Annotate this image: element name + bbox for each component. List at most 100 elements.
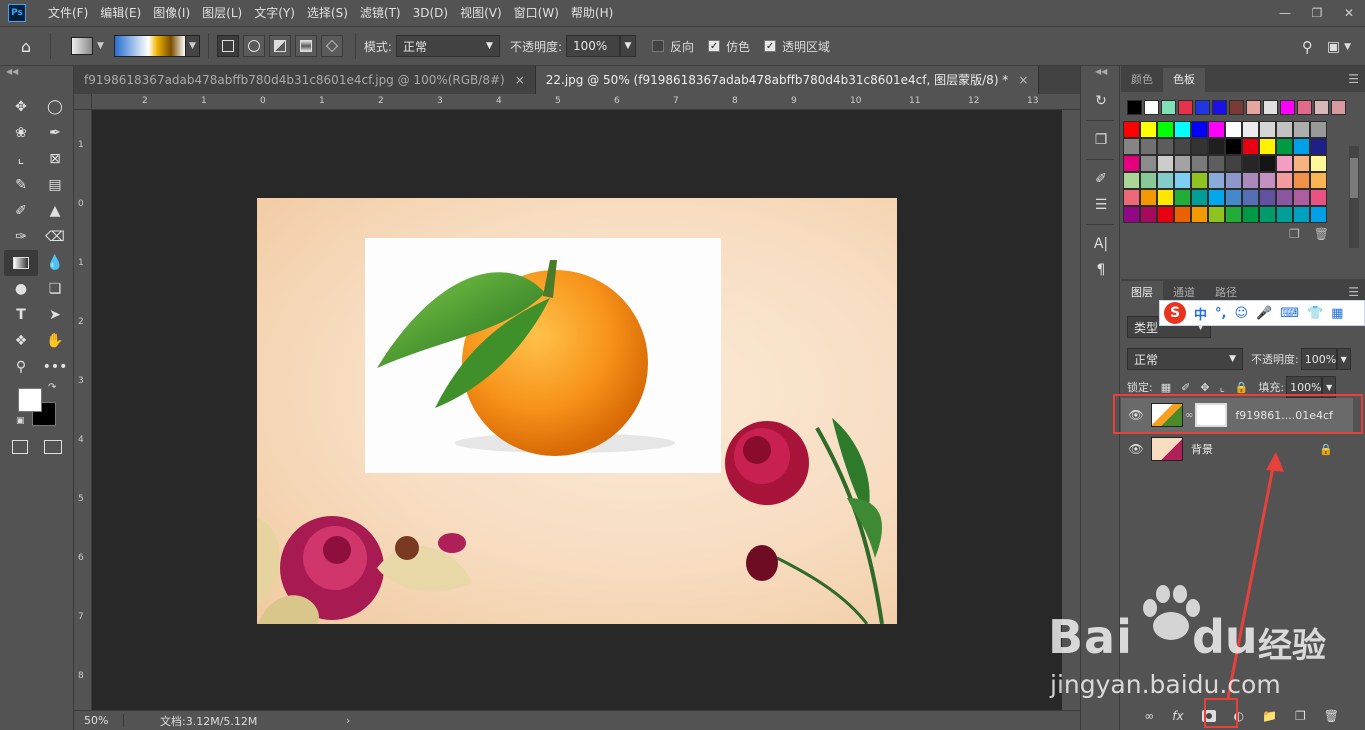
menu-edit[interactable]: 编辑(E) (94, 0, 147, 26)
linear-gradient-button[interactable] (216, 35, 239, 57)
color-swatch[interactable] (1276, 121, 1293, 138)
lasso-tool-icon[interactable]: ❀ (4, 120, 38, 146)
color-swatch[interactable] (1144, 100, 1159, 115)
zoom-level[interactable]: 50% (74, 714, 124, 727)
radial-gradient-button[interactable] (242, 35, 265, 57)
dodge-tool-icon[interactable]: ● (4, 276, 38, 302)
eraser-tool-icon[interactable]: ⌫ (38, 224, 72, 250)
color-swatch[interactable] (1293, 206, 1310, 223)
character-panel-icon[interactable]: A| (1081, 231, 1121, 257)
color-swatch[interactable] (1225, 206, 1242, 223)
history-brush-tool-icon[interactable]: ✑ (4, 224, 38, 250)
marquee-tool-icon[interactable]: ◯ (38, 94, 72, 120)
color-swatch[interactable] (1140, 155, 1157, 172)
gradient-picker-chevron-icon[interactable]: ▼ (185, 35, 200, 57)
tab-swatches[interactable]: 色板 (1163, 68, 1205, 92)
color-swatch[interactable] (1161, 100, 1176, 115)
skin-icon[interactable]: 👕 (1307, 306, 1323, 321)
color-swatch[interactable] (1191, 206, 1208, 223)
color-swatch[interactable] (1259, 138, 1276, 155)
minimize-icon[interactable]: — (1269, 0, 1301, 26)
close-icon[interactable]: ✕ (1333, 0, 1365, 26)
ruler-corner[interactable] (74, 94, 92, 110)
color-swatch[interactable] (1242, 138, 1259, 155)
panel-menu-icon[interactable]: ☰ (1348, 72, 1359, 86)
menu-view[interactable]: 视图(V) (454, 0, 508, 26)
color-swatch[interactable] (1276, 189, 1293, 206)
color-swatch[interactable] (1191, 121, 1208, 138)
color-swatch[interactable] (1157, 155, 1174, 172)
color-swatch[interactable] (1310, 206, 1327, 223)
color-swatch[interactable] (1225, 172, 1242, 189)
color-swatch[interactable] (1208, 172, 1225, 189)
color-swatch[interactable] (1140, 138, 1157, 155)
paragraph-panel-icon[interactable]: ¶ (1081, 257, 1121, 283)
layer-style-fx-icon[interactable]: fx (1172, 709, 1183, 723)
close-tab-icon[interactable]: × (515, 73, 525, 87)
chevron-down-icon[interactable]: ▼ (1344, 42, 1351, 52)
color-swatch[interactable] (1208, 138, 1225, 155)
color-swatch[interactable] (1276, 155, 1293, 172)
menu-select[interactable]: 选择(S) (301, 0, 354, 26)
color-swatch[interactable] (1157, 121, 1174, 138)
color-swatch[interactable] (1229, 100, 1244, 115)
menu-3d[interactable]: 3D(D) (407, 0, 454, 26)
menu-help[interactable]: 帮助(H) (565, 0, 619, 26)
color-swatch[interactable] (1123, 138, 1140, 155)
menu-image[interactable]: 图像(I) (147, 0, 196, 26)
color-swatch[interactable] (1123, 172, 1140, 189)
menu-layer[interactable]: 图层(L) (196, 0, 248, 26)
frame-tool-icon[interactable]: ⊠ (38, 146, 72, 172)
color-swatch[interactable] (1174, 121, 1191, 138)
lock-transparent-icon[interactable]: ▦ (1161, 381, 1171, 394)
swap-colors-icon[interactable]: ↷ (48, 382, 56, 393)
color-swatch[interactable] (1276, 206, 1293, 223)
color-swatch[interactable] (1157, 172, 1174, 189)
color-swatch[interactable] (1259, 189, 1276, 206)
quick-mask-icon[interactable] (12, 440, 28, 454)
mode-select[interactable]: 正常 ▼ (395, 35, 500, 57)
brush-settings-icon[interactable]: ✐ (1081, 166, 1121, 192)
lock-position-icon[interactable]: ✥ (1200, 381, 1209, 394)
color-swatch[interactable] (1331, 100, 1346, 115)
color-swatch[interactable] (1225, 121, 1242, 138)
color-swatch[interactable] (1293, 121, 1310, 138)
color-swatch[interactable] (1297, 100, 1312, 115)
color-swatch[interactable] (1259, 121, 1276, 138)
default-colors-icon[interactable]: ▣ (16, 416, 25, 426)
crop-tool-icon[interactable]: ⌞ (4, 146, 38, 172)
pen-tool-icon[interactable]: ❏ (38, 276, 72, 302)
gradient-preview[interactable] (113, 35, 186, 57)
zoom-tool-icon[interactable]: ⚲ (4, 354, 38, 380)
color-swatch[interactable] (1127, 100, 1142, 115)
chevron-right-icon[interactable]: › (346, 714, 350, 727)
more-tools-icon[interactable]: ••• (38, 354, 72, 380)
history-panel-icon[interactable]: ↻ (1081, 88, 1121, 114)
3d-panel-icon[interactable]: ❐ (1081, 127, 1121, 153)
color-swatch[interactable] (1242, 189, 1259, 206)
close-tab-icon[interactable]: × (1018, 73, 1028, 87)
color-swatch[interactable] (1208, 121, 1225, 138)
color-swatch[interactable] (1246, 100, 1261, 115)
color-swatch[interactable] (1293, 172, 1310, 189)
eyedropper-tool-icon[interactable]: ✎ (4, 172, 38, 198)
color-swatch[interactable] (1208, 155, 1225, 172)
sogou-logo-icon[interactable]: S (1164, 302, 1186, 324)
color-swatch[interactable] (1140, 206, 1157, 223)
color-swatch[interactable] (1123, 155, 1140, 172)
color-swatch[interactable] (1208, 206, 1225, 223)
color-swatch[interactable] (1293, 138, 1310, 155)
color-swatch[interactable] (1259, 172, 1276, 189)
restore-icon[interactable]: ❐ (1301, 0, 1333, 26)
vertical-ruler[interactable]: 1 0 1 2 3 4 5 6 7 8 (74, 110, 92, 710)
color-swatch[interactable] (1310, 121, 1327, 138)
new-swatch-icon[interactable]: ❐ (1289, 227, 1300, 241)
color-swatch[interactable] (1276, 138, 1293, 155)
color-swatch[interactable] (1174, 172, 1191, 189)
color-swatch[interactable] (1310, 155, 1327, 172)
color-swatch[interactable] (1280, 100, 1295, 115)
tool-preset-picker[interactable] (71, 37, 93, 55)
color-swatch[interactable] (1157, 206, 1174, 223)
menu-type[interactable]: 文字(Y) (248, 0, 301, 26)
color-swatch[interactable] (1212, 100, 1227, 115)
